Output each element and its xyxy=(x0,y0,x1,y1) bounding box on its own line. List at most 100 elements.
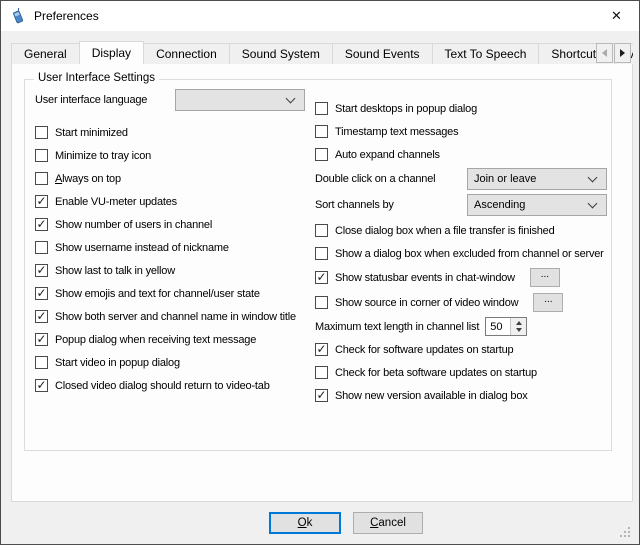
app-icon xyxy=(10,8,26,24)
checkbox-label: Show last to talk in yellow xyxy=(55,265,175,277)
spin-down-icon[interactable] xyxy=(516,328,522,332)
checkbox-row[interactable]: Check for software updates on startup xyxy=(315,338,609,361)
checkbox-row[interactable]: Start minimized xyxy=(35,121,320,144)
checkbox[interactable] xyxy=(35,333,48,346)
spin-up-icon[interactable] xyxy=(516,321,522,325)
tab-scroll-right-button[interactable] xyxy=(614,43,631,63)
checkbox[interactable] xyxy=(315,366,328,379)
left-column: User interface language Start minimized … xyxy=(35,86,320,397)
checkbox[interactable] xyxy=(35,172,48,185)
preferences-dialog: Preferences ✕ General Display Connection… xyxy=(0,0,640,545)
checkbox-row[interactable]: Show emojis and text for channel/user st… xyxy=(35,282,320,305)
checkbox-row[interactable]: Enable VU-meter updates xyxy=(35,190,320,213)
checkbox[interactable] xyxy=(35,218,48,231)
checkbox[interactable] xyxy=(315,271,328,284)
tab[interactable]: Connection xyxy=(143,43,230,64)
tab[interactable]: General xyxy=(11,43,80,64)
checkbox-row[interactable]: Show statusbar events in chat-window ... xyxy=(315,265,609,290)
tab-label: Text To Speech xyxy=(445,47,527,61)
checkbox[interactable] xyxy=(35,379,48,392)
language-label: User interface language xyxy=(35,94,175,106)
tab-bar: General Display Connection Sound System … xyxy=(11,41,633,64)
language-select[interactable] xyxy=(175,89,305,111)
tab-label: Display xyxy=(92,46,131,60)
checkbox-label: Start minimized xyxy=(55,127,128,139)
checkbox-row[interactable]: Show number of users in channel xyxy=(35,213,320,236)
checkbox-row[interactable]: Show username instead of nickname xyxy=(35,236,320,259)
tab-scroll-left-button[interactable] xyxy=(596,43,613,63)
checkbox-label: Always on top xyxy=(55,173,121,185)
checkbox-row[interactable]: Show source in corner of video window ..… xyxy=(315,290,609,315)
close-button[interactable]: ✕ xyxy=(594,1,639,30)
max-text-length-spinner[interactable]: 50 xyxy=(485,317,527,336)
checkbox[interactable] xyxy=(35,149,48,162)
checkbox[interactable] xyxy=(315,148,328,161)
checkbox-row[interactable]: Auto expand channels xyxy=(315,143,609,166)
checkbox[interactable] xyxy=(35,264,48,277)
ok-button-label: Ok xyxy=(298,517,313,529)
resize-grip[interactable] xyxy=(618,525,632,539)
checkbox[interactable] xyxy=(35,287,48,300)
checkbox[interactable] xyxy=(315,102,328,115)
combo-value: Join or leave xyxy=(474,173,536,185)
browse-button[interactable]: ... xyxy=(533,293,563,312)
checkbox-row[interactable]: Check for beta software updates on start… xyxy=(315,361,609,384)
checkbox[interactable] xyxy=(315,247,328,260)
chevron-down-icon xyxy=(588,199,598,209)
checkbox-label: Auto expand channels xyxy=(335,149,440,161)
tab-label: Connection xyxy=(156,47,217,61)
tab[interactable]: Text To Speech xyxy=(432,43,540,64)
checkbox-label: Show source in corner of video window xyxy=(335,297,518,309)
checkbox-row[interactable]: Start video in popup dialog xyxy=(35,351,320,374)
right-top-checkbox-list: Start desktops in popup dialog Timestamp… xyxy=(315,97,609,166)
checkbox[interactable] xyxy=(35,310,48,323)
checkbox[interactable] xyxy=(35,195,48,208)
combo-select[interactable]: Ascending xyxy=(467,194,607,216)
ok-button[interactable]: Ok xyxy=(269,512,341,534)
checkbox-row[interactable]: Minimize to tray icon xyxy=(35,144,320,167)
spin-label: Maximum text length in channel list xyxy=(315,321,479,333)
checkbox-label: Start desktops in popup dialog xyxy=(335,103,477,115)
tab[interactable]: Display xyxy=(79,41,144,64)
combo-row: Sort channels by Ascending xyxy=(315,192,609,218)
tab-scroll-arrows xyxy=(595,43,631,63)
checkbox-row[interactable]: Show last to talk in yellow xyxy=(35,259,320,282)
max-text-length-row: Maximum text length in channel list 50 xyxy=(315,315,609,338)
right-combo-list: Double click on a channel Join or leave … xyxy=(315,166,609,218)
checkbox[interactable] xyxy=(315,125,328,138)
checkbox[interactable] xyxy=(315,343,328,356)
checkbox-row[interactable]: Popup dialog when receiving text message xyxy=(35,328,320,351)
checkbox[interactable] xyxy=(315,296,328,309)
checkbox-row[interactable]: Always on top xyxy=(35,167,320,190)
checkbox-row[interactable]: Show new version available in dialog box xyxy=(315,384,609,407)
checkbox[interactable] xyxy=(315,224,328,237)
checkbox[interactable] xyxy=(35,241,48,254)
checkbox[interactable] xyxy=(315,389,328,402)
checkbox[interactable] xyxy=(35,126,48,139)
tab[interactable]: Sound System xyxy=(229,43,333,64)
tab-label: Sound System xyxy=(242,47,320,61)
browse-button[interactable]: ... xyxy=(530,268,560,287)
chevron-down-icon xyxy=(588,173,598,183)
checkbox-label: Show number of users in channel xyxy=(55,219,212,231)
combo-select[interactable]: Join or leave xyxy=(467,168,607,190)
cancel-button[interactable]: Cancel xyxy=(353,512,423,534)
checkbox-row[interactable]: Show both server and channel name in win… xyxy=(35,305,320,328)
checkbox-row[interactable]: Timestamp text messages xyxy=(315,120,609,143)
display-tab-page: User Interface Settings User interface l… xyxy=(11,63,633,502)
checkbox-row[interactable]: Closed video dialog should return to vid… xyxy=(35,374,320,397)
spin-buttons xyxy=(510,318,526,335)
checkbox-label: Popup dialog when receiving text message xyxy=(55,334,256,346)
title-bar: Preferences ✕ xyxy=(1,1,639,31)
checkbox[interactable] xyxy=(35,356,48,369)
tab[interactable]: Sound Events xyxy=(332,43,433,64)
browse-row-list: Show statusbar events in chat-window ...… xyxy=(315,265,609,315)
checkbox-row[interactable]: Close dialog box when a file transfer is… xyxy=(315,219,609,242)
checkbox-label: Show emojis and text for channel/user st… xyxy=(55,288,260,300)
tab-scroll-right-icon xyxy=(620,49,625,57)
checkbox-row[interactable]: Show a dialog box when excluded from cha… xyxy=(315,242,609,265)
right-mid-checkbox-list: Close dialog box when a file transfer is… xyxy=(315,219,609,265)
language-row: User interface language xyxy=(35,86,320,113)
tab-label: General xyxy=(24,47,67,61)
checkbox-row[interactable]: Start desktops in popup dialog xyxy=(315,97,609,120)
